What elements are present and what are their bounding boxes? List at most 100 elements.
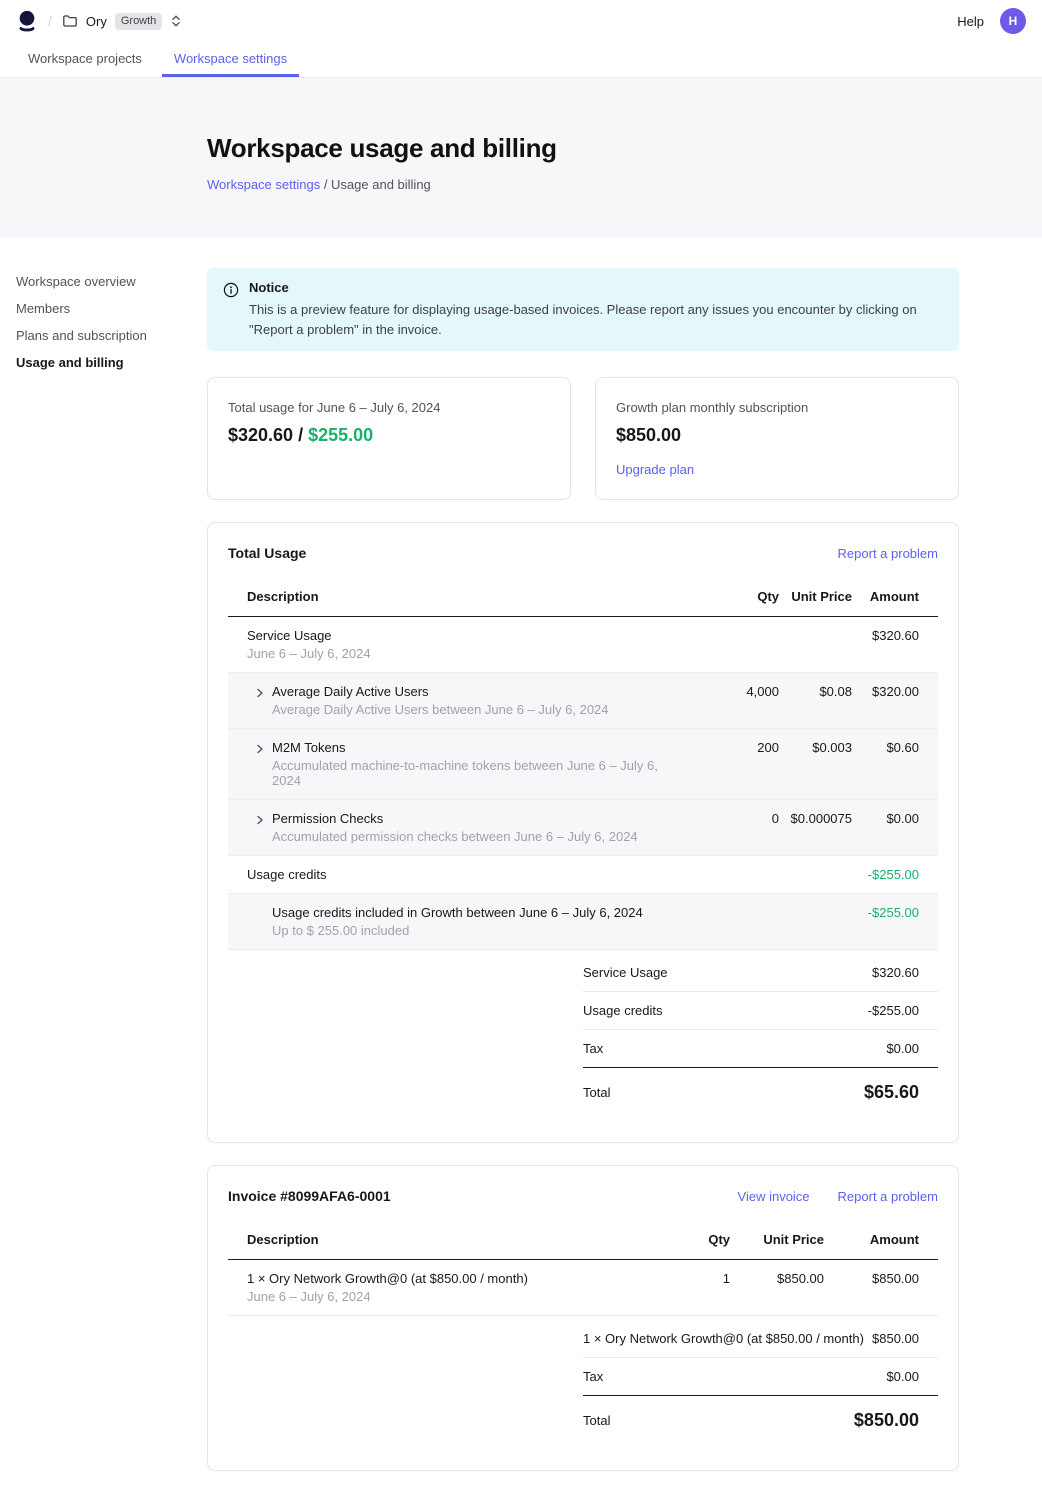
summary-value: -$255.00 xyxy=(868,1003,919,1018)
total-usage-panel: Total Usage Report a problem Description… xyxy=(207,522,959,1143)
row-title: Average Daily Active Users xyxy=(272,684,609,699)
summary-row-usage-credits: Usage credits -$255.00 xyxy=(583,992,938,1030)
row-qty: 200 xyxy=(689,740,779,755)
total-usage-label: Total usage for June 6 – July 6, 2024 xyxy=(228,400,550,415)
notice-banner: Notice This is a preview feature for dis… xyxy=(207,268,959,351)
invoice-panel-header: Invoice #8099AFA6-0001 View invoice Repo… xyxy=(228,1188,938,1204)
row-amount: $320.60 xyxy=(852,628,919,643)
row-title: Service Usage xyxy=(247,628,689,643)
col-description: Description xyxy=(247,1232,640,1247)
col-qty: Qty xyxy=(689,589,779,604)
summary-value: $0.00 xyxy=(886,1041,919,1056)
row-title: M2M Tokens xyxy=(272,740,689,755)
summary-value: $850.00 xyxy=(872,1331,919,1346)
summary-label: 1 × Ory Network Growth@0 (at $850.00 / m… xyxy=(583,1331,864,1346)
invoice-table-header: Description Qty Unit Price Amount xyxy=(228,1224,938,1260)
upgrade-plan-link[interactable]: Upgrade plan xyxy=(616,462,694,477)
view-invoice-link[interactable]: View invoice xyxy=(738,1189,810,1204)
subscription-card: Growth plan monthly subscription $850.00… xyxy=(595,377,959,500)
chevron-updown-icon xyxy=(170,14,182,28)
summary-row-tax: Tax $0.00 xyxy=(583,1030,938,1068)
invoice-panel: Invoice #8099AFA6-0001 View invoice Repo… xyxy=(207,1165,959,1471)
usage-amount: $320.60 xyxy=(228,425,293,445)
tab-workspace-settings[interactable]: Workspace settings xyxy=(162,42,299,77)
row-unit-price: $0.08 xyxy=(779,684,852,699)
total-usage-card: Total usage for June 6 – July 6, 2024 $3… xyxy=(207,377,571,500)
invoice-panel-title: Invoice #8099AFA6-0001 xyxy=(228,1188,391,1204)
row-title: 1 × Ory Network Growth@0 (at $850.00 / m… xyxy=(247,1271,640,1286)
usage-amount-separator: / xyxy=(293,425,308,445)
settings-sidebar: Workspace overview Members Plans and sub… xyxy=(0,268,207,1487)
breadcrumb-separator: / xyxy=(48,13,52,29)
help-link[interactable]: Help xyxy=(957,14,984,29)
row-unit-price: $0.003 xyxy=(779,740,852,755)
usage-panel-header: Total Usage Report a problem xyxy=(228,545,938,561)
usage-report-problem-link[interactable]: Report a problem xyxy=(838,546,938,561)
total-label: Total xyxy=(583,1085,610,1100)
col-description: Description xyxy=(247,589,689,604)
total-label: Total xyxy=(583,1413,610,1428)
workspace-switcher[interactable]: Ory Growth xyxy=(62,13,182,30)
usage-table: Description Qty Unit Price Amount Servic… xyxy=(228,581,938,1114)
table-row-usage-credits: Usage credits -$255.00 xyxy=(228,856,938,894)
workspace-tabs: Workspace projects Workspace settings xyxy=(0,42,1042,78)
sidebar-item-workspace-overview[interactable]: Workspace overview xyxy=(16,268,207,295)
page-title: Workspace usage and billing xyxy=(207,133,1026,164)
row-title: Usage credits xyxy=(247,867,689,882)
sidebar-item-members[interactable]: Members xyxy=(16,295,207,322)
notice-text: Notice This is a preview feature for dis… xyxy=(249,280,943,339)
col-unit-price: Unit Price xyxy=(730,1232,824,1247)
summary-value: $320.60 xyxy=(872,965,919,980)
row-amount: -$255.00 xyxy=(852,905,919,920)
invoice-table: Description Qty Unit Price Amount 1 × Or… xyxy=(228,1224,938,1442)
usage-credit-amount: $255.00 xyxy=(308,425,373,445)
info-icon xyxy=(223,282,239,339)
summary-label: Usage credits xyxy=(583,1003,662,1018)
sidebar-item-plans-and-subscription[interactable]: Plans and subscription xyxy=(16,322,207,349)
summary-label: Tax xyxy=(583,1041,603,1056)
col-qty: Qty xyxy=(640,1232,730,1247)
workspace-name: Ory xyxy=(86,14,107,29)
expand-row-icon[interactable] xyxy=(255,687,265,699)
row-unit-price: $850.00 xyxy=(730,1271,824,1286)
content: Workspace overview Members Plans and sub… xyxy=(0,238,1042,1487)
subscription-label: Growth plan monthly subscription xyxy=(616,400,938,415)
main-content: Notice This is a preview feature for dis… xyxy=(207,268,959,1487)
subscription-amount: $850.00 xyxy=(616,425,938,446)
table-row-average-daily-active-users: Average Daily Active Users Average Daily… xyxy=(228,673,938,729)
usage-table-header: Description Qty Unit Price Amount xyxy=(228,581,938,617)
expand-row-icon[interactable] xyxy=(255,743,265,755)
row-subtitle: June 6 – July 6, 2024 xyxy=(247,646,689,661)
table-row-service-usage: Service Usage June 6 – July 6, 2024 $320… xyxy=(228,617,938,673)
ory-logo-icon[interactable] xyxy=(16,10,38,32)
row-amount: $850.00 xyxy=(824,1271,919,1286)
invoice-report-problem-link[interactable]: Report a problem xyxy=(838,1189,938,1204)
folder-icon xyxy=(62,13,78,29)
table-row-invoice-line: 1 × Ory Network Growth@0 (at $850.00 / m… xyxy=(228,1260,938,1316)
table-row-m2m-tokens: M2M Tokens Accumulated machine-to-machin… xyxy=(228,729,938,800)
col-unit-price: Unit Price xyxy=(779,589,852,604)
summary-row-tax: Tax $0.00 xyxy=(583,1358,938,1396)
row-title: Usage credits included in Growth between… xyxy=(272,905,689,920)
summary-label: Tax xyxy=(583,1369,603,1384)
user-avatar[interactable]: H xyxy=(1000,8,1026,34)
breadcrumb-current: / Usage and billing xyxy=(320,177,431,192)
summary-row-line-item: 1 × Ory Network Growth@0 (at $850.00 / m… xyxy=(583,1320,938,1358)
row-amount: $0.60 xyxy=(852,740,919,755)
table-row-permission-checks: Permission Checks Accumulated permission… xyxy=(228,800,938,856)
row-qty: 0 xyxy=(689,811,779,826)
plan-badge: Growth xyxy=(115,13,162,30)
summary-cards: Total usage for June 6 – July 6, 2024 $3… xyxy=(207,377,959,500)
summary-row-total: Total $850.00 xyxy=(583,1396,938,1442)
sidebar-item-usage-and-billing[interactable]: Usage and billing xyxy=(16,349,207,376)
summary-row-total: Total $65.60 xyxy=(583,1068,938,1114)
breadcrumb-link-workspace-settings[interactable]: Workspace settings xyxy=(207,177,320,192)
row-amount: -$255.00 xyxy=(852,867,919,882)
tab-workspace-projects[interactable]: Workspace projects xyxy=(16,42,154,77)
summary-value: $0.00 xyxy=(886,1369,919,1384)
total-value: $850.00 xyxy=(854,1410,919,1431)
expand-row-icon[interactable] xyxy=(255,814,265,826)
breadcrumb: Workspace settings / Usage and billing xyxy=(207,177,1026,192)
notice-title: Notice xyxy=(249,280,943,295)
col-amount: Amount xyxy=(824,1232,919,1247)
